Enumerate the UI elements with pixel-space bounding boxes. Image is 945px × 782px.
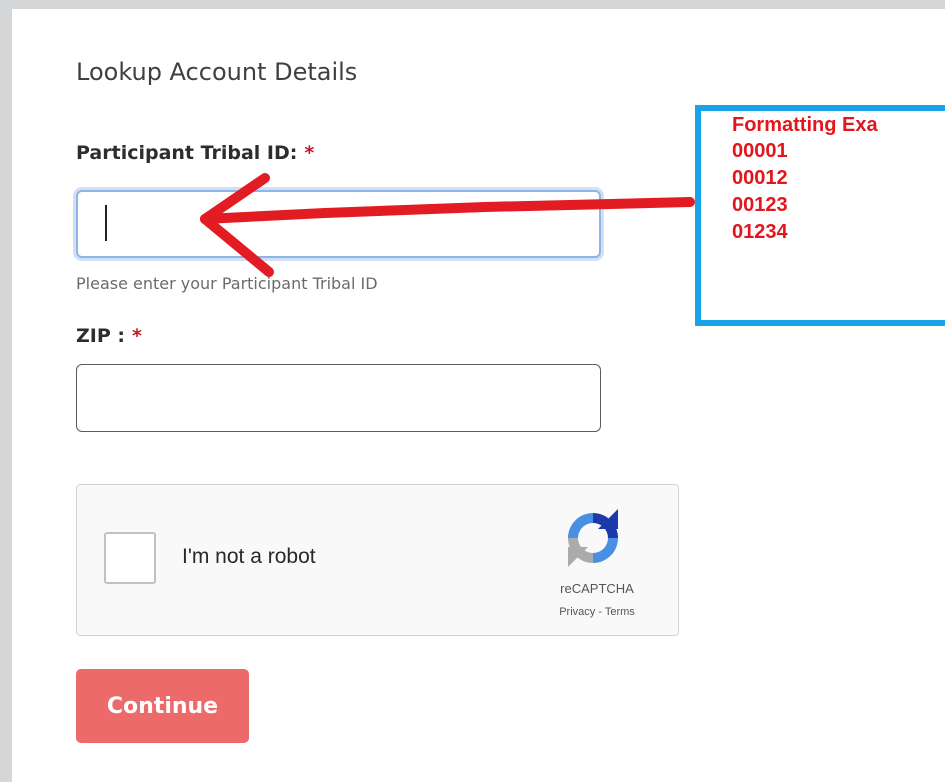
form-heading: Lookup Account Details (76, 58, 358, 86)
recaptcha-brand: reCAPTCHA (560, 581, 634, 596)
link-separator: - (595, 606, 605, 618)
recaptcha-links: Privacy - Terms (532, 606, 662, 618)
terms-link[interactable]: Terms (605, 606, 635, 618)
red-arrow-annotation (200, 173, 695, 277)
continue-button[interactable]: Continue (76, 669, 249, 743)
note-example: 00001 (732, 140, 788, 162)
recaptcha-logo-icon (568, 509, 618, 567)
zip-input[interactable] (76, 364, 601, 432)
required-asterisk: * (304, 142, 315, 164)
recaptcha-label: I'm not a robot (182, 545, 316, 568)
formatting-example-note: Formatting Exa 00001 00012 00123 01234 (695, 105, 945, 326)
privacy-link[interactable]: Privacy (559, 606, 595, 618)
zip-label-text: ZIP : (76, 325, 125, 347)
tribal-id-label-text: Participant Tribal ID: (76, 142, 298, 164)
required-asterisk: * (131, 325, 142, 347)
page-frame-top (0, 0, 945, 9)
recaptcha-checkbox[interactable] (104, 532, 156, 584)
note-example: 00012 (732, 167, 788, 189)
text-caret (105, 205, 107, 241)
recaptcha-widget: I'm not a robot reCAPTCHA Privacy - Term… (76, 484, 679, 636)
page-frame-left (0, 0, 12, 782)
note-title: Formatting Exa (732, 114, 878, 136)
tribal-id-label: Participant Tribal ID: * (76, 142, 314, 164)
zip-label: ZIP : * (76, 325, 142, 347)
note-example: 00123 (732, 194, 788, 216)
note-example: 01234 (732, 221, 788, 243)
